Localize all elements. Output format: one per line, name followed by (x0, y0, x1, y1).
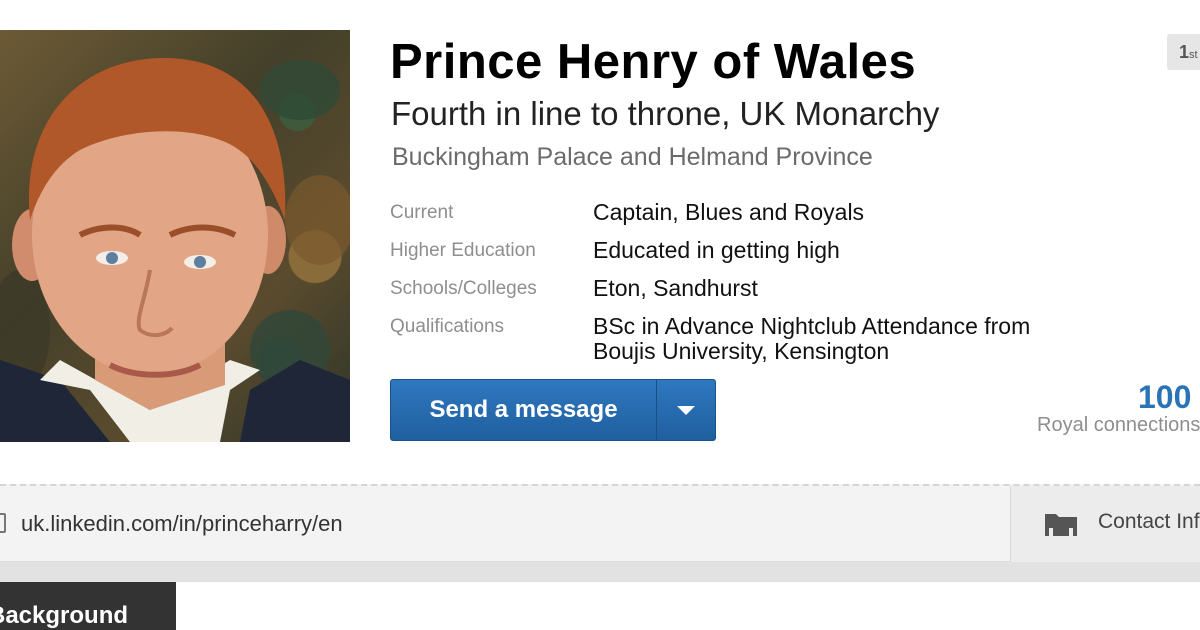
section-divider (0, 562, 1200, 582)
detail-label: Higher Education (390, 240, 536, 261)
contact-info-button[interactable]: Contact Info (1010, 486, 1200, 563)
chevron-down-icon (677, 405, 695, 415)
tab-background-label: Background (0, 602, 129, 629)
connections-count[interactable]: 100 (1138, 379, 1191, 416)
profile-name: Prince Henry of Wales (390, 35, 917, 89)
connections-label: Royal connections (1037, 414, 1200, 436)
detail-value: BSc in Advance Nightclub Attendance from… (593, 313, 1031, 364)
profile-location: Buckingham Palace and Helmand Province (392, 143, 873, 171)
detail-value[interactable]: Eton, Sandhurst (593, 276, 1093, 301)
degree-number: 1 (1179, 42, 1190, 62)
send-message-button-group: Send a message (390, 379, 716, 441)
detail-value[interactable]: Captain, Blues and Royals (593, 200, 1093, 225)
degree-suffix: st (1189, 49, 1198, 61)
public-profile-url[interactable]: uk.linkedin.com/in/princeharry/en (21, 511, 343, 537)
send-message-button[interactable]: Send a message (391, 380, 656, 440)
profile-photo-illustration (0, 57, 350, 442)
connection-degree-badge: 1st (1167, 34, 1200, 70)
detail-label: Schools/Colleges (390, 278, 537, 299)
message-options-dropdown[interactable] (657, 380, 715, 440)
profile-headline: Fourth in line to throne, UK Monarchy (391, 95, 940, 132)
mobile-icon (0, 513, 6, 533)
profile-photo[interactable] (0, 30, 350, 442)
detail-label: Current (390, 202, 454, 223)
detail-value[interactable]: Educated in getting high (593, 238, 1093, 263)
tab-background[interactable]: Background (0, 582, 176, 630)
address-book-icon (1045, 514, 1077, 536)
detail-label: Qualifications (390, 316, 505, 337)
public-profile-bar: uk.linkedin.com/in/princeharry/en Contac… (0, 484, 1200, 563)
contact-info-label: Contact Info (1098, 510, 1200, 533)
